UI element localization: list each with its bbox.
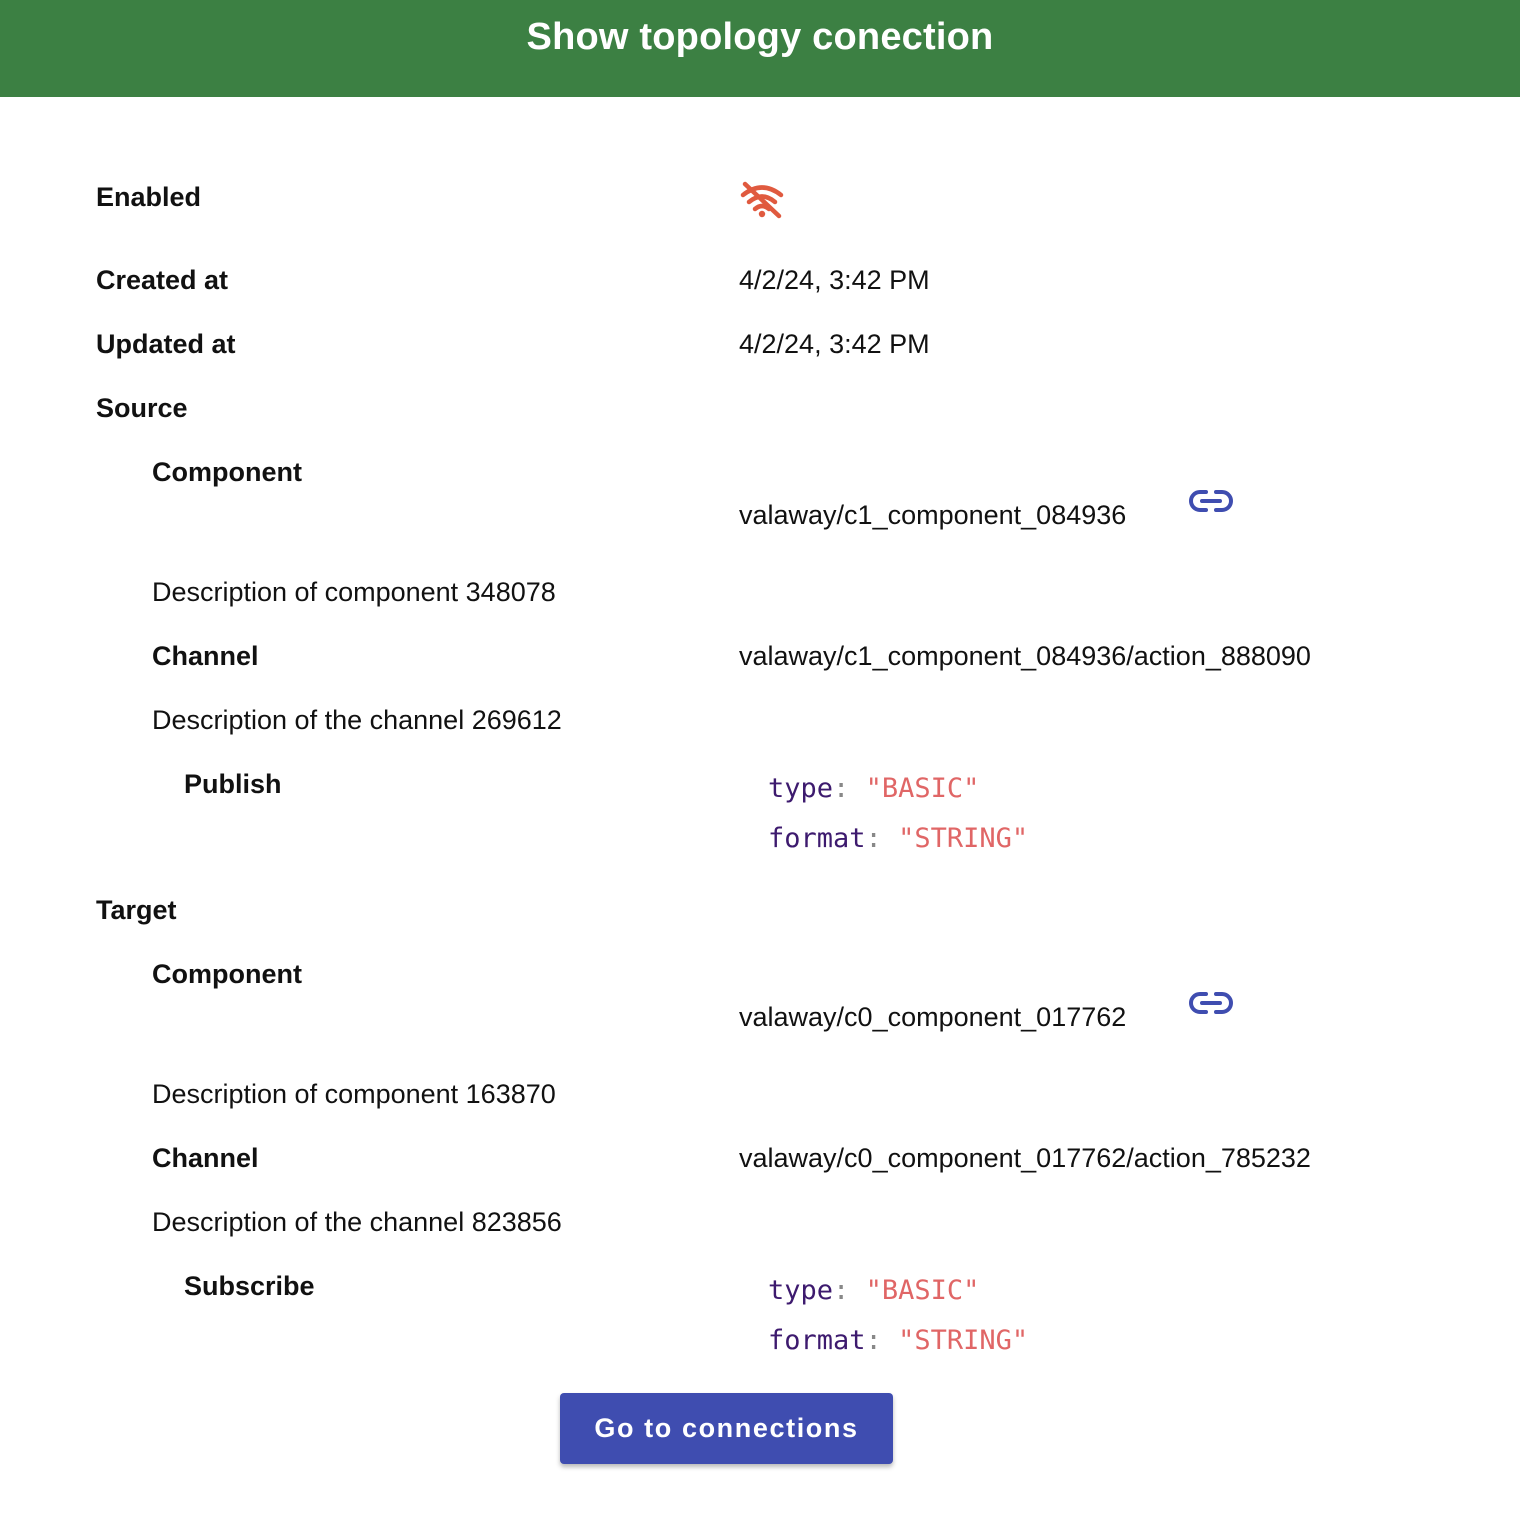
target-component-label: Component <box>152 959 302 989</box>
target-channel-label: Channel <box>152 1143 259 1173</box>
updated-at-label: Updated at <box>96 329 236 359</box>
source-component-value: valaway/c1_component_084936 <box>739 500 1127 530</box>
page-header: Show topology conection <box>0 0 1520 97</box>
code-string: "BASIC" <box>865 1275 980 1306</box>
target-channel-value: valaway/c0_component_017762/action_78523… <box>739 1143 1311 1173</box>
publish-label: Publish <box>184 769 282 799</box>
code-string: "BASIC" <box>865 773 980 804</box>
target-component-description: Description of component 163870 <box>152 1079 556 1109</box>
updated-at-value: 4/2/24, 3:42 PM <box>739 329 930 359</box>
subscribe-label: Subscribe <box>184 1271 315 1301</box>
subscribe-type-line: type: "BASIC" <box>768 1275 980 1306</box>
target-component-link-icon[interactable] <box>1189 990 1233 1016</box>
source-component-label: Component <box>152 457 302 487</box>
code-string: "STRING" <box>898 823 1029 854</box>
code-key: format <box>768 1325 866 1356</box>
wifi-off-icon <box>740 181 784 219</box>
created-at-value: 4/2/24, 3:42 PM <box>739 265 930 295</box>
page-title: Show topology conection <box>526 16 994 58</box>
source-channel-description: Description of the channel 269612 <box>152 705 562 735</box>
target-channel-description: Description of the channel 823856 <box>152 1207 562 1237</box>
created-at-label: Created at <box>96 265 229 295</box>
code-key: type <box>768 773 834 804</box>
enabled-label: Enabled <box>96 182 202 212</box>
source-channel-label: Channel <box>152 641 259 671</box>
source-component-link-icon[interactable] <box>1189 488 1233 514</box>
code-string: "STRING" <box>898 1325 1029 1356</box>
source-component-description: Description of component 348078 <box>152 577 556 607</box>
code-key: format <box>768 823 866 854</box>
code-key: type <box>768 1275 834 1306</box>
target-heading: Target <box>96 895 177 925</box>
source-heading: Source <box>96 393 188 423</box>
target-component-value: valaway/c0_component_017762 <box>739 1002 1127 1032</box>
go-to-connections-button[interactable]: Go to connections <box>560 1393 893 1464</box>
source-channel-value: valaway/c1_component_084936/action_88809… <box>739 641 1311 671</box>
subscribe-format-line: format: "STRING" <box>768 1325 1029 1356</box>
publish-type-line: type: "BASIC" <box>768 773 980 804</box>
publish-format-line: format: "STRING" <box>768 823 1029 854</box>
